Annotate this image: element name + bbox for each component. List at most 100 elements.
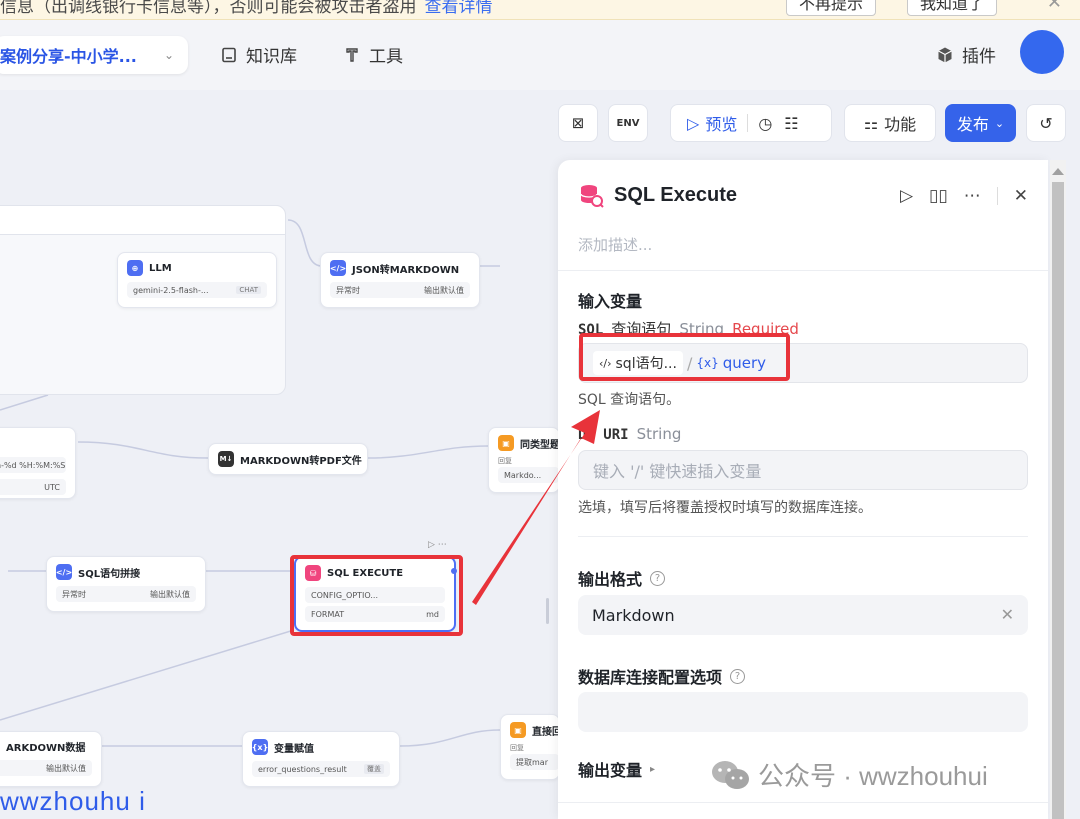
- node-md-data-title: ARKDOWN数据: [6, 743, 86, 754]
- app-selector[interactable]: 案例分享-中小学... ⌄: [0, 36, 188, 74]
- output-format-select[interactable]: Markdown ✕: [578, 595, 1028, 635]
- got-it-button[interactable]: 我知道了: [907, 0, 998, 16]
- assign-mode-tag: 覆盖: [364, 764, 384, 774]
- app-name: 案例分享-中小学...: [0, 47, 137, 66]
- node-json-to-markdown[interactable]: </> JSON转MARKDOWN 异常时 输出默认值: [320, 252, 480, 308]
- input-variables-title: 输入变量: [578, 292, 643, 311]
- preview-button[interactable]: ▷ 预览: [687, 111, 737, 135]
- clear-icon[interactable]: ✕: [1001, 605, 1014, 624]
- publish-label: 发布: [956, 115, 989, 134]
- sql-hint: SQL 查询语句。: [578, 392, 681, 408]
- node-markdown-to-pdf[interactable]: M↓ MARKDOWN转PDF文件: [208, 443, 368, 475]
- nav-plugins[interactable]: 插件: [936, 42, 996, 67]
- database-icon: [580, 185, 604, 208]
- output-format-title: 输出格式?: [578, 566, 666, 590]
- similar-row: Markdo...: [504, 470, 542, 480]
- docs-book-icon[interactable]: ▯▯: [929, 186, 948, 206]
- more-icon[interactable]: ⋯: [964, 186, 981, 206]
- panel-resize-handle[interactable]: [546, 598, 549, 624]
- db-uri-field[interactable]: 键入 '/' 键快速插入变量: [578, 450, 1028, 490]
- panel-action-divider: [996, 187, 998, 205]
- notice-detail-link[interactable]: 查看详情: [425, 0, 493, 17]
- toolbar-divider: [747, 114, 749, 132]
- publish-button[interactable]: 发布 ⌄: [945, 104, 1016, 142]
- variable-inspect-button[interactable]: ⊠: [558, 104, 598, 142]
- help-icon[interactable]: ?: [730, 668, 746, 684]
- plugin-cube-icon: [936, 46, 954, 64]
- output-format-label: 输出格式: [578, 570, 643, 589]
- node-md-pdf-title: MARKDOWN转PDF文件: [240, 455, 362, 467]
- llm-icon: ⊕: [127, 260, 143, 276]
- caret-right-icon: ▸: [650, 763, 656, 775]
- scroll-thumb[interactable]: [1052, 182, 1064, 819]
- uri-var-line: DB URI String: [578, 425, 681, 443]
- history-run-icon[interactable]: ◷: [758, 114, 772, 133]
- user-avatar[interactable]: [1020, 30, 1064, 74]
- output-variables-label: 输出变量: [578, 761, 643, 780]
- node-mini-actions[interactable]: ▷ ⋯: [428, 540, 447, 550]
- preview-group: ▷ 预览 ◷ ☷: [670, 104, 832, 142]
- code-icon: </>: [330, 260, 346, 276]
- direct-reply-row: 提取mar: [516, 757, 548, 767]
- chevron-down-icon: ⌄: [994, 116, 1005, 130]
- node-similar-questions[interactable]: ▣ 同类型题目 回复 Markdo...: [488, 427, 560, 493]
- node-time-format[interactable]: n-%d %H:%M:%S UTC: [0, 427, 76, 499]
- notice-close-icon[interactable]: ✕: [1047, 0, 1062, 13]
- node-config-panel: SQL Execute ▷ ▯▯ ⋯ ✕ 添加描述... 输入变量 SQL 查询…: [558, 160, 1048, 819]
- json-md-default-output: 输出默认值: [424, 285, 464, 295]
- node-llm-title: LLM: [149, 262, 172, 274]
- highlight-box-field: [579, 333, 790, 381]
- llm-mode-tag: CHAT: [236, 286, 261, 294]
- uri-var-code: DB URI: [578, 427, 629, 443]
- tools-icon: [343, 46, 361, 64]
- node-json-md-title: JSON转MARKDOWN: [352, 264, 460, 276]
- md-data-default-output: 输出默认值: [46, 763, 86, 773]
- node-assign-title: 变量赋值: [274, 743, 314, 755]
- run-node-icon[interactable]: ▷: [900, 186, 913, 206]
- features-label: 功能: [884, 115, 917, 134]
- loop-group-header: [0, 205, 286, 235]
- node-sql-concat[interactable]: </> SQL语句拼接 异常时 输出默认值: [46, 556, 206, 612]
- sql-concat-default-output: 输出默认值: [150, 589, 190, 599]
- nav-plugins-label: 插件: [962, 47, 996, 67]
- sql-concat-exception-label: 异常时: [62, 589, 86, 599]
- checklist-icon[interactable]: ☷: [784, 114, 798, 133]
- json-md-exception-label: 异常时: [336, 285, 360, 295]
- node-variable-assign[interactable]: {x} 变量赋值 error_questions_result 覆盖: [242, 731, 400, 787]
- reply-icon: ▣: [498, 435, 514, 451]
- llm-model: gemini-2.5-flash-...: [133, 285, 209, 295]
- nav-tools[interactable]: 工具: [343, 42, 403, 67]
- preview-label: 预览: [705, 115, 738, 134]
- uri-var-type: String: [636, 425, 682, 443]
- watermark-left: wwzhouhu i: [0, 786, 146, 816]
- code-icon: </>: [56, 564, 72, 580]
- db-uri-placeholder: 键入 '/' 键快速插入变量: [593, 462, 762, 481]
- features-icon: ⚏: [863, 113, 879, 133]
- nav-tools-label: 工具: [369, 47, 403, 67]
- divider: [558, 270, 1048, 271]
- scroll-up-arrow[interactable]: [1052, 168, 1064, 175]
- conn-options-title: 数据库连接配置选项?: [578, 664, 746, 688]
- similar-sub-label: 回复: [498, 457, 512, 465]
- env-button[interactable]: ENV: [608, 104, 648, 142]
- help-icon[interactable]: ?: [650, 570, 666, 586]
- node-direct-reply-title: 直接回复: [532, 726, 559, 738]
- divider: [578, 536, 1028, 537]
- features-button[interactable]: ⚏ 功能: [844, 104, 936, 142]
- description-input[interactable]: 添加描述...: [578, 234, 652, 255]
- play-icon: ▷: [687, 113, 700, 133]
- notice-message: 信息（出调线银行卡信息等），否则可能会被攻击者盗用: [0, 0, 417, 17]
- panel-title: SQL Execute: [614, 183, 738, 206]
- divider: [558, 802, 1048, 803]
- nav-knowledge[interactable]: 知识库: [220, 42, 297, 67]
- no-more-prompt-button[interactable]: 不再提示: [786, 0, 877, 16]
- node-markdown-data[interactable]: ARKDOWN数据 输出默认值: [0, 731, 102, 787]
- output-variables-title[interactable]: 输出变量 ▸: [578, 757, 655, 781]
- node-llm[interactable]: ⊕ LLM gemini-2.5-flash-... CHAT: [117, 252, 277, 308]
- conn-options-field[interactable]: [578, 692, 1028, 732]
- close-icon[interactable]: ✕: [1014, 186, 1028, 206]
- node-direct-reply[interactable]: ▣ 直接回复 回复 提取mar: [500, 714, 560, 780]
- time-format-value: n-%d %H:%M:%S: [0, 460, 66, 470]
- env-icon: ENV: [616, 117, 640, 129]
- version-history-button[interactable]: ↺: [1026, 104, 1066, 142]
